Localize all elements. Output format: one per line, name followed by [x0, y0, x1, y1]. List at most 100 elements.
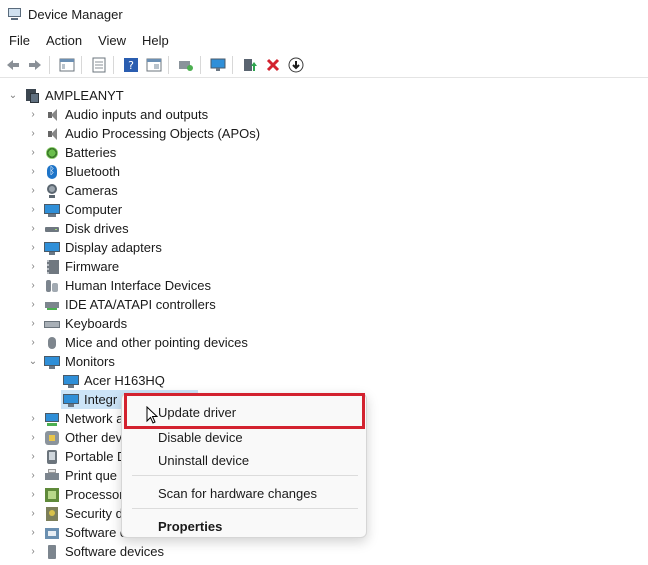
tree-item-label: Print que — [65, 468, 118, 483]
chevron-right-icon[interactable]: › — [28, 432, 38, 443]
help-icon[interactable]: ? — [121, 55, 141, 75]
tree-item-display-adapters[interactable]: › Display adapters — [28, 238, 162, 257]
computer-icon — [44, 202, 60, 218]
chevron-right-icon[interactable]: › — [28, 470, 38, 481]
toolbar-divider — [232, 55, 233, 74]
chevron-right-icon[interactable]: › — [28, 299, 38, 310]
tree-item-label: Display adapters — [65, 240, 162, 255]
menu-action[interactable]: Action — [38, 33, 90, 48]
chevron-right-icon[interactable]: › — [28, 451, 38, 462]
show-hide-tree-icon[interactable] — [57, 55, 77, 75]
tree-item-software-devices[interactable]: › Software devices — [28, 542, 164, 561]
tree-item-audio-inputs[interactable]: › Audio inputs and outputs — [28, 105, 208, 124]
chevron-down-icon[interactable]: ⌄ — [8, 90, 18, 101]
other-devices-icon — [44, 430, 60, 446]
menu-help[interactable]: Help — [134, 33, 177, 48]
tree-item-portable[interactable]: › Portable D — [28, 447, 126, 466]
tree-item-label: Keyboards — [65, 316, 128, 331]
processor-icon — [44, 487, 60, 503]
portable-device-icon — [44, 449, 60, 465]
tree-root[interactable]: ⌄ AMPLEANYT — [8, 86, 124, 105]
tree-item-other[interactable]: › Other dev — [28, 428, 122, 447]
chevron-right-icon[interactable]: › — [28, 280, 38, 291]
tree-item-label: Bluetooth — [65, 164, 120, 179]
view-icon[interactable] — [144, 55, 164, 75]
tree-item-firmware[interactable]: › Firmware — [28, 257, 119, 276]
chevron-right-icon[interactable]: › — [28, 261, 38, 272]
tree-item-computer[interactable]: › Computer — [28, 200, 122, 219]
tree-root-label: AMPLEANYT — [45, 88, 124, 103]
tree-item-software-components[interactable]: › Software c — [28, 523, 126, 542]
ide-controller-icon — [44, 297, 60, 313]
monitor-icon[interactable] — [208, 55, 228, 75]
toolbar-divider — [49, 55, 50, 74]
menu-divider — [132, 475, 358, 476]
update-driver-icon[interactable] — [240, 55, 260, 75]
chevron-right-icon[interactable]: › — [28, 508, 38, 519]
toolbar-divider — [113, 55, 114, 74]
tree-item-cameras[interactable]: › Cameras — [28, 181, 118, 200]
tree-item-label: Disk drives — [65, 221, 129, 236]
software-device-icon — [44, 544, 60, 560]
tree-item-bluetooth[interactable]: › ᛒ Bluetooth — [28, 162, 120, 181]
chevron-right-icon[interactable]: › — [28, 204, 38, 215]
tree-item-label: Audio Processing Objects (APOs) — [65, 126, 261, 141]
display-adapter-icon — [44, 240, 60, 256]
chevron-right-icon[interactable]: › — [28, 166, 38, 177]
uninstall-icon[interactable] — [263, 55, 283, 75]
chevron-right-icon[interactable]: › — [28, 546, 38, 557]
tree-item-disk-drives[interactable]: › Disk drives — [28, 219, 129, 238]
chevron-right-icon[interactable]: › — [28, 527, 38, 538]
chevron-right-icon[interactable]: › — [28, 318, 38, 329]
chevron-right-icon[interactable]: › — [28, 109, 38, 120]
network-adapter-icon — [44, 411, 60, 427]
chevron-right-icon[interactable]: › — [28, 128, 38, 139]
chevron-down-icon[interactable]: ⌄ — [28, 356, 38, 367]
menu-disable-device[interactable]: Disable device — [158, 430, 243, 445]
highlight-box — [124, 393, 365, 429]
mouse-cursor-icon — [146, 406, 158, 424]
chevron-right-icon[interactable]: › — [28, 489, 38, 500]
menu-view[interactable]: View — [90, 33, 134, 48]
window-title: Device Manager — [28, 6, 123, 22]
tree-item-hid[interactable]: › Human Interface Devices — [28, 276, 211, 295]
menu-file[interactable]: File — [0, 33, 38, 48]
chevron-right-icon[interactable]: › — [28, 413, 38, 424]
tree-item-processors[interactable]: › Processor — [28, 485, 123, 504]
properties-icon[interactable] — [89, 55, 109, 75]
tree-item-label: Monitors — [65, 354, 115, 369]
forward-icon[interactable] — [25, 55, 45, 75]
chevron-right-icon[interactable]: › — [28, 242, 38, 253]
tree-item-keyboards[interactable]: › Keyboards — [28, 314, 127, 333]
menu-uninstall-device[interactable]: Uninstall device — [158, 453, 249, 468]
tree-item-label: Cameras — [65, 183, 118, 198]
chevron-right-icon[interactable]: › — [28, 147, 38, 158]
chevron-right-icon[interactable]: › — [28, 223, 38, 234]
chevron-right-icon[interactable]: › — [28, 185, 38, 196]
tree-item-print-queues[interactable]: › Print que — [28, 466, 117, 485]
tree-item-ide[interactable]: › IDE ATA/ATAPI controllers — [28, 295, 215, 314]
tree-item-audio-processing[interactable]: › Audio Processing Objects (APOs) — [28, 124, 260, 143]
tree-item-security[interactable]: › Security d — [28, 504, 123, 523]
battery-icon — [44, 145, 60, 161]
tree-subitem-acer[interactable]: Acer H163HQ — [63, 371, 165, 390]
back-icon[interactable] — [3, 55, 23, 75]
tree-item-monitors[interactable]: ⌄ Monitors — [28, 352, 115, 371]
firmware-chip-icon — [44, 259, 60, 275]
menu-properties[interactable]: Properties — [158, 519, 222, 534]
tree-item-label: Software c — [65, 525, 127, 540]
monitor-icon — [63, 373, 79, 389]
chevron-right-icon[interactable]: › — [28, 337, 38, 348]
tree-item-label: Computer — [65, 202, 123, 217]
tree-item-label: Batteries — [65, 145, 117, 160]
speaker-icon — [44, 107, 60, 123]
tree-item-batteries[interactable]: › Batteries — [28, 143, 116, 162]
scan-hardware-icon[interactable] — [176, 55, 196, 75]
menu-scan-hardware[interactable]: Scan for hardware changes — [158, 486, 317, 501]
tree-item-label: Security d — [65, 506, 123, 521]
toolbar-divider — [200, 55, 201, 74]
tree-item-mice[interactable]: › Mice and other pointing devices — [28, 333, 248, 352]
tree-item-network[interactable]: › Network a — [28, 409, 123, 428]
disk-drive-icon — [44, 221, 60, 237]
disable-icon[interactable] — [286, 55, 306, 75]
